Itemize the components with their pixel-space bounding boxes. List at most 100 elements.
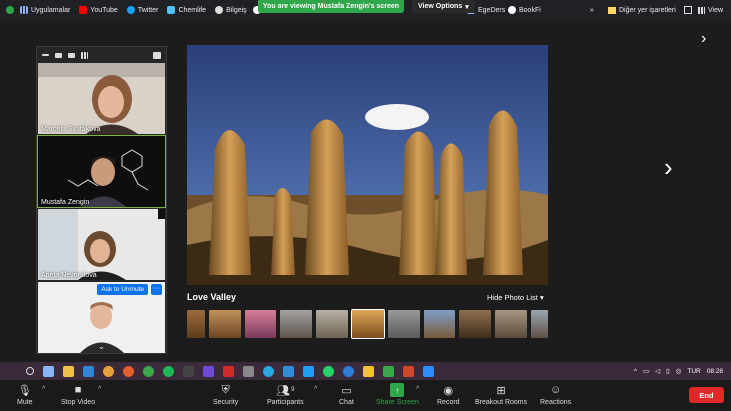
system-tray: ^ ▭ ◁ ▯ ◎ TUR 08:28 xyxy=(634,362,723,380)
next-photo-chevron-icon[interactable]: › xyxy=(664,152,673,183)
share-options-caret[interactable]: ^ xyxy=(416,386,419,393)
clock[interactable]: 08:28 xyxy=(707,368,723,375)
record-button[interactable]: ◉ Record xyxy=(437,383,460,407)
strip-view-icon[interactable] xyxy=(68,52,75,58)
bookmark-uygulamalar[interactable]: Uygulamalar xyxy=(20,6,70,14)
bookmarks-overflow-button[interactable]: » xyxy=(590,0,594,20)
video-tile[interactable]: Marcela Svatáková xyxy=(38,63,165,134)
hide-photo-list-button[interactable]: Hide Photo List ▾ xyxy=(487,293,544,302)
other-bookmarks[interactable]: Diğer yer işaretleri xyxy=(608,0,676,20)
twitter-icon[interactable] xyxy=(303,365,314,377)
green-app-icon[interactable] xyxy=(143,365,154,377)
powerpoint-icon[interactable] xyxy=(403,365,414,377)
bookmark-bookfi[interactable]: BookFi xyxy=(508,0,541,20)
folder-icon[interactable] xyxy=(63,365,74,377)
meeting-controls: 🎙︎ Mute ^ ■ Stop Video ^ ⛨ Security 👥︎ 9 Part… xyxy=(0,380,731,411)
grid-view-icon[interactable] xyxy=(81,51,88,59)
minimize-icon[interactable] xyxy=(42,54,49,56)
battery-icon[interactable]: ▯ xyxy=(666,367,670,375)
view-label: View xyxy=(708,6,724,14)
bookfi-icon xyxy=(508,6,516,14)
sheets-icon[interactable] xyxy=(383,365,394,377)
notes-icon[interactable] xyxy=(363,365,374,377)
file-icon[interactable] xyxy=(43,365,54,377)
shield-icon: ⛨ xyxy=(221,383,230,396)
volume-icon[interactable]: ◁ xyxy=(655,367,660,375)
reading-list-button[interactable] xyxy=(684,0,692,20)
gallery-toolbar xyxy=(37,47,166,63)
app-icon[interactable] xyxy=(183,365,194,377)
tray-chevron-icon[interactable]: ^ xyxy=(634,368,637,375)
participants-label: Participants xyxy=(267,399,304,406)
video-tile[interactable]: Mustafa Zengin xyxy=(37,135,166,208)
bookmark-youtube[interactable]: YouTube xyxy=(79,6,118,14)
photo-thumbnail[interactable] xyxy=(187,310,205,338)
search-icon[interactable] xyxy=(26,367,34,375)
security-label: Security xyxy=(213,399,239,406)
chevron-right-icon[interactable]: › xyxy=(701,30,706,48)
photo-thumbnail[interactable] xyxy=(495,310,528,338)
ask-to-unmute-button[interactable]: Ask to Unmute xyxy=(97,284,148,295)
spotify-icon[interactable] xyxy=(163,365,174,377)
photo-thumbnail[interactable] xyxy=(531,310,548,338)
photo-thumbnail[interactable] xyxy=(280,310,313,338)
end-meeting-button[interactable]: End xyxy=(689,387,724,403)
edge-icon[interactable] xyxy=(343,365,354,377)
vpn-icon[interactable] xyxy=(203,365,214,377)
breakout-rooms-button[interactable]: ⊞ Breakout Rooms xyxy=(475,383,527,407)
photo-caption: Love Valley xyxy=(187,292,237,302)
exit-panel-icon[interactable] xyxy=(153,51,161,59)
mail-icon[interactable] xyxy=(83,365,94,377)
telegram-icon[interactable] xyxy=(283,365,294,377)
view-options-button[interactable]: View Options ▾ xyxy=(412,0,475,13)
record-icon: ◉ xyxy=(443,384,454,397)
photo-thumbnail[interactable] xyxy=(423,310,456,338)
app-icon[interactable] xyxy=(243,365,254,377)
share-screen-button[interactable]: ↑ Share Screen xyxy=(376,383,419,406)
video-tile[interactable]: Aneta Nevoralová xyxy=(38,209,165,280)
firefox-icon[interactable] xyxy=(123,365,134,377)
chat-button[interactable]: ▭ Chat xyxy=(339,383,354,407)
video-options-caret[interactable]: ^ xyxy=(98,386,101,393)
security-button[interactable]: ⛨ Security xyxy=(213,383,239,407)
bookmark-twitter[interactable]: Twitter xyxy=(126,6,158,14)
photo-thumbnail[interactable] xyxy=(208,310,241,338)
chrome-icon[interactable] xyxy=(103,365,114,377)
whatsapp-icon[interactable] xyxy=(323,365,334,377)
view-button[interactable]: View xyxy=(698,0,723,20)
globe-icon[interactable]: ◎ xyxy=(676,367,682,375)
participants-button[interactable]: 👥︎ 9 Participants xyxy=(267,383,304,407)
single-view-icon[interactable] xyxy=(55,52,62,58)
zoom-icon[interactable] xyxy=(423,365,434,377)
photo-thumbnail[interactable] xyxy=(316,310,349,338)
photo-thumbnail[interactable] xyxy=(387,310,420,338)
chevron-down-icon[interactable]: ⌄ xyxy=(37,339,166,353)
stop-video-button[interactable]: ■ Stop Video xyxy=(61,383,95,406)
reactions-icon: ☺ xyxy=(549,384,562,396)
bookmark-label: YouTube xyxy=(90,6,118,14)
photo-thumbnail-selected[interactable] xyxy=(351,309,385,339)
more-options-button[interactable]: ··· xyxy=(151,284,162,295)
mute-options-caret[interactable]: ^ xyxy=(42,386,45,393)
shield-icon xyxy=(6,6,14,14)
participants-options-caret[interactable]: ^ xyxy=(314,386,317,393)
bookmark-bilgeis[interactable]: Bilgeiş xyxy=(215,6,247,14)
chevron-down-icon: ▾ xyxy=(465,3,469,11)
bookmark-chemlife[interactable]: Chemlife xyxy=(167,6,206,14)
reactions-button[interactable]: ☺ Reactions xyxy=(540,383,571,406)
network-icon[interactable]: ▭ xyxy=(643,367,649,375)
chat-label: Chat xyxy=(339,399,354,406)
photo-thumbnail[interactable] xyxy=(459,310,492,338)
netflix-icon[interactable] xyxy=(223,365,234,377)
language-indicator[interactable]: TUR xyxy=(687,368,700,375)
chat-app-icon[interactable] xyxy=(263,365,274,377)
sharing-banner: You are viewing Mustafa Zengin's screen xyxy=(258,0,404,13)
mute-button[interactable]: 🎙︎ Mute xyxy=(17,383,33,407)
participant-gallery: Marcela Svatáková Mustafa Zengin Aneta N… xyxy=(36,46,167,354)
view-options-label: View Options xyxy=(418,3,463,10)
sharing-banner-text: You are viewing Mustafa Zengin's screen xyxy=(262,3,400,10)
participant-video xyxy=(38,63,165,134)
share-screen-label: Share Screen xyxy=(376,399,419,406)
photo-thumbnail[interactable] xyxy=(244,310,277,338)
reactions-label: Reactions xyxy=(540,399,572,406)
